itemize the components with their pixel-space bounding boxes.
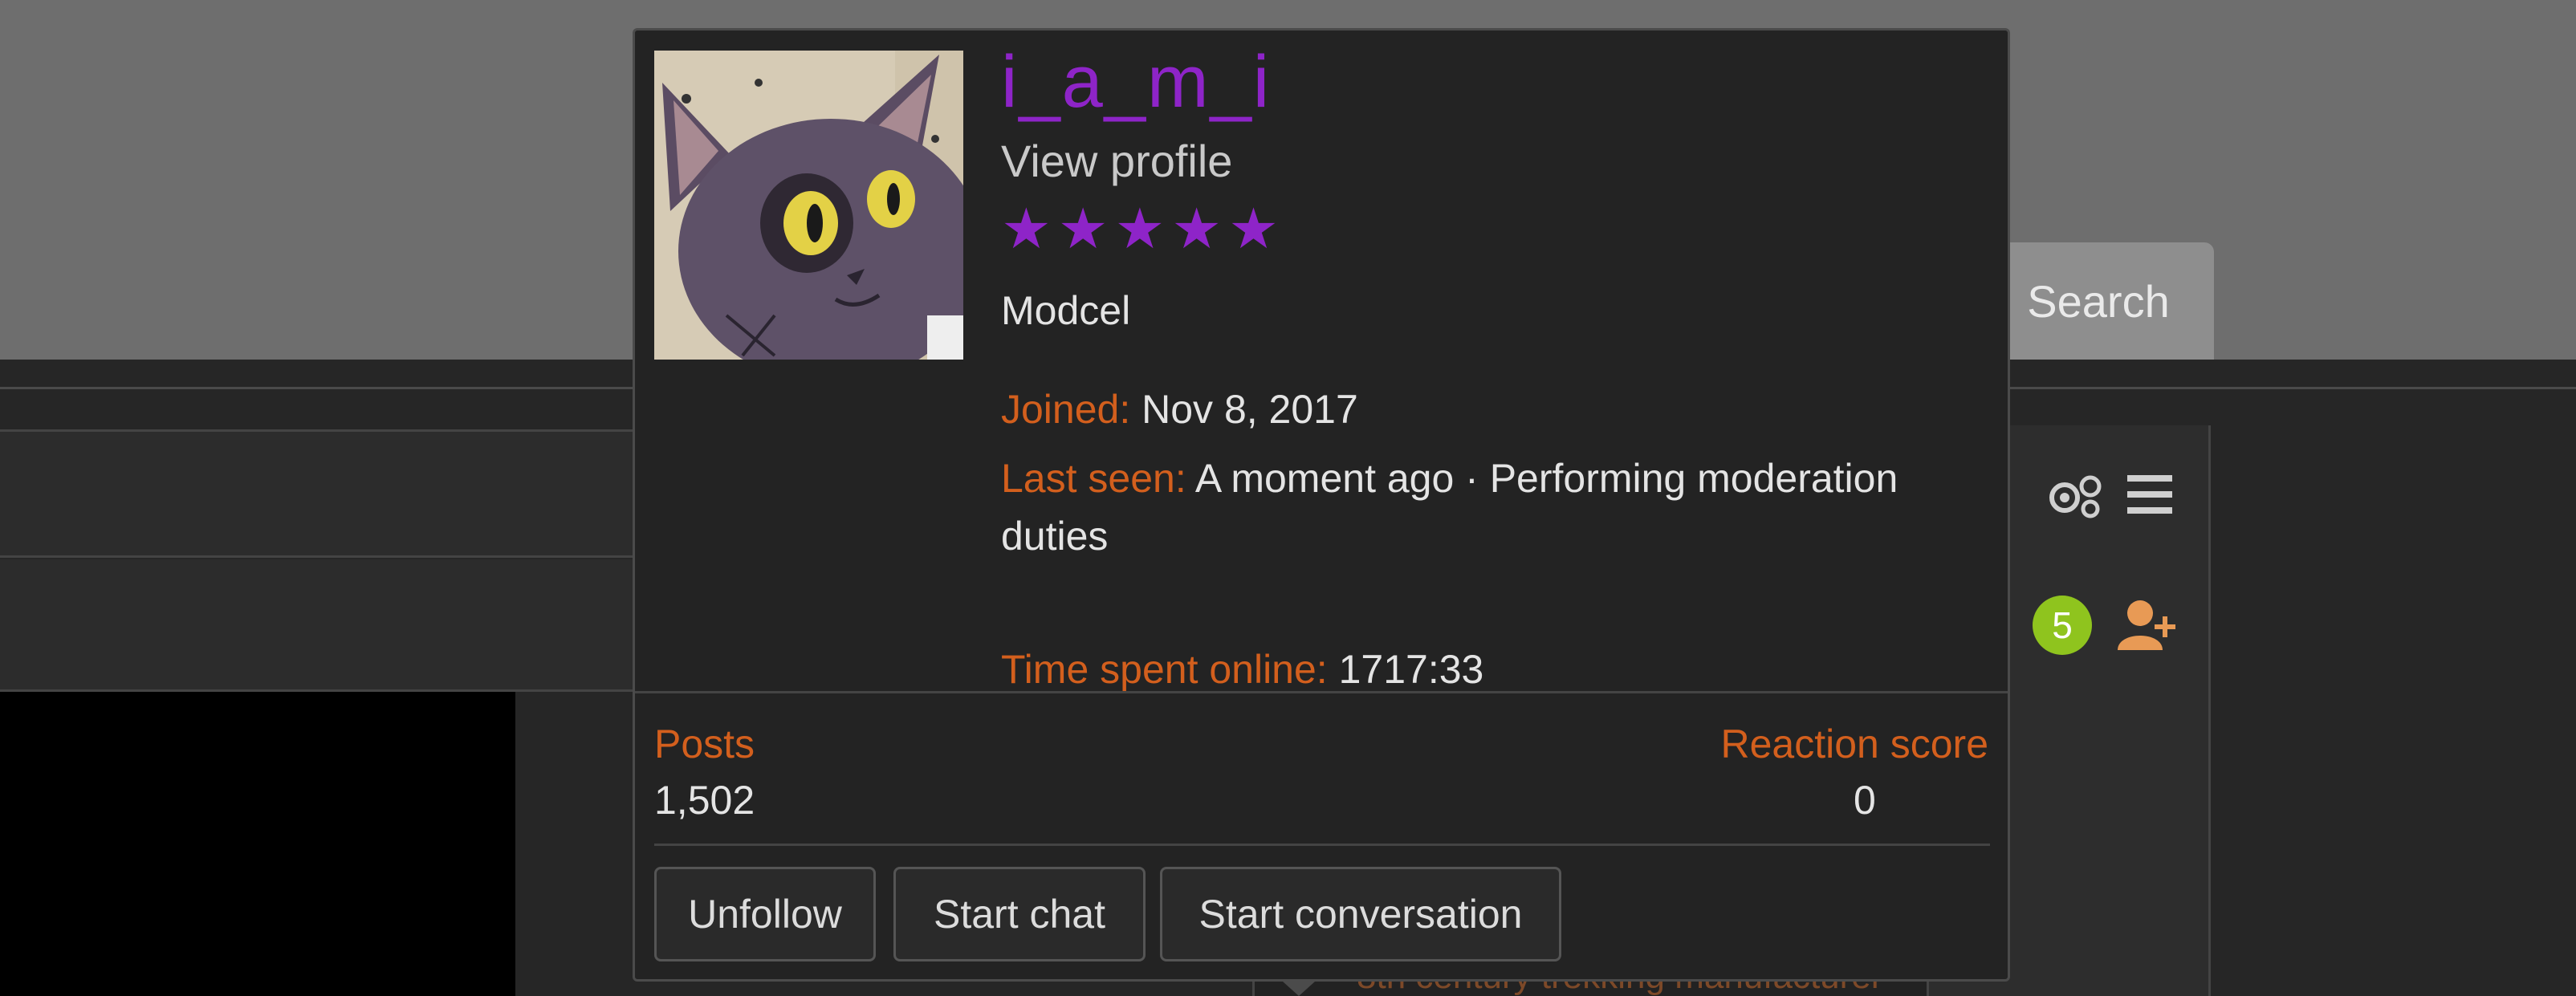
star-icon: ★ — [1057, 197, 1109, 260]
view-profile-link[interactable]: View profile — [1001, 135, 1232, 187]
posts-label: Posts — [654, 722, 755, 766]
joined-label: Joined: — [1001, 387, 1131, 432]
member-rating-stars: ★ ★ ★ ★ ★ — [1001, 201, 1279, 257]
gear-icon[interactable] — [2045, 470, 2105, 523]
unfollow-button[interactable]: Unfollow — [654, 867, 876, 961]
time-online-value: 1717:33 — [1338, 647, 1484, 692]
star-icon: ★ — [1228, 197, 1279, 260]
star-icon: ★ — [1001, 197, 1052, 260]
start-chat-button[interactable]: Start chat — [893, 867, 1146, 961]
menu-icon[interactable] — [2127, 474, 2172, 515]
add-user-icon[interactable] — [2116, 597, 2180, 653]
joined-value: Nov 8, 2017 — [1141, 387, 1358, 432]
tooltip-pointer — [1283, 982, 1315, 996]
last-seen-line: Last seen: A moment ago · Performing mod… — [1001, 449, 1996, 565]
star-icon: ★ — [1171, 197, 1223, 260]
member-tooltip-card: i_a_m_i View profile ★ ★ ★ ★ ★ Modcel Jo… — [633, 28, 2010, 982]
star-icon: ★ — [1114, 197, 1166, 260]
stats-divider — [654, 844, 1990, 846]
joined-line: Joined: Nov 8, 2017 — [1001, 380, 1996, 438]
last-seen-label: Last seen: — [1001, 456, 1186, 501]
avatar[interactable] — [654, 51, 963, 360]
time-online-label: Time spent online: — [1001, 647, 1328, 692]
search-tab[interactable]: Search — [1983, 242, 2214, 360]
alerts-count-badge[interactable]: 5 — [2033, 596, 2092, 655]
card-divider — [635, 691, 2008, 693]
cat-avatar-icon — [654, 51, 963, 360]
reaction-score-label: Reaction score — [1720, 722, 1989, 766]
media-thumbnail — [0, 692, 515, 996]
time-online-line: Time spent online: 1717:33 — [1001, 640, 1996, 698]
start-conversation-button[interactable]: Start conversation — [1160, 867, 1561, 961]
posts-value[interactable]: 1,502 — [654, 777, 755, 823]
user-title: Modcel — [1001, 288, 1131, 333]
reaction-score-value: 0 — [1854, 778, 1876, 823]
username-link[interactable]: i_a_m_i — [1001, 45, 1271, 119]
